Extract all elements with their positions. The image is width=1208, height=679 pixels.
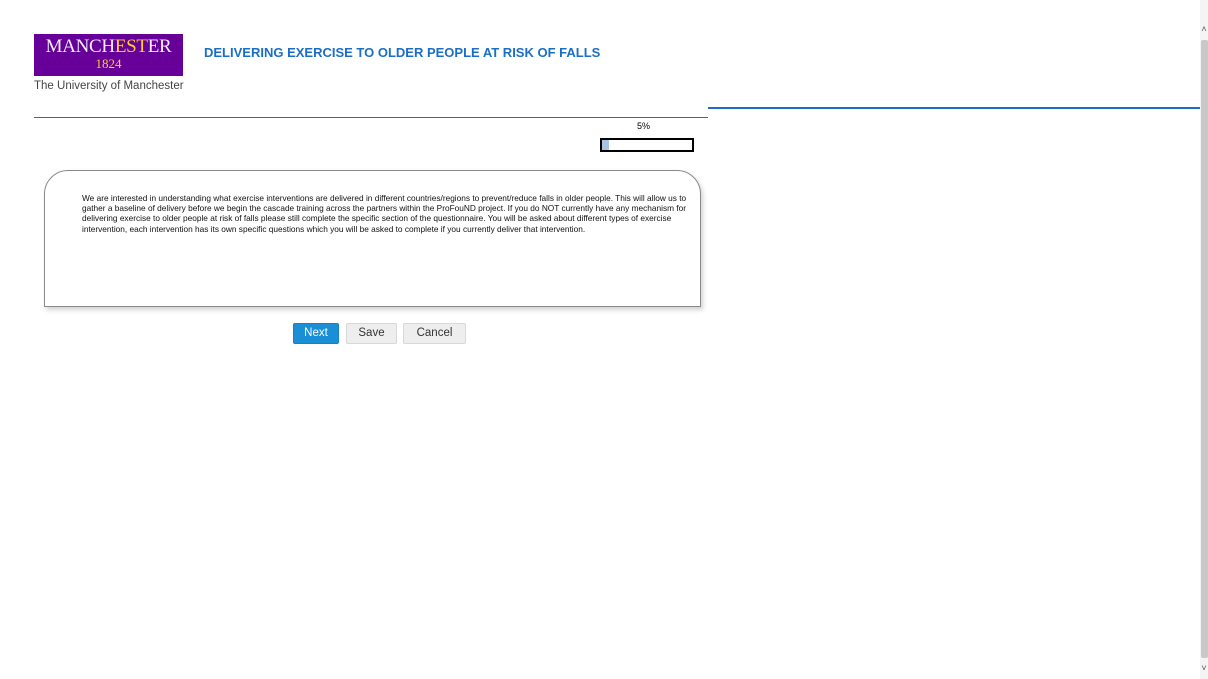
next-button[interactable]: Next — [293, 323, 339, 344]
save-button[interactable]: Save — [346, 323, 397, 344]
page-title: DELIVERING EXERCISE TO OLDER PEOPLE AT R… — [204, 45, 601, 60]
survey-page: MANCHESTER 1824 The University of Manche… — [0, 0, 1208, 679]
progress-bar — [600, 138, 694, 152]
progress-label: 5% — [637, 121, 651, 131]
cancel-button[interactable]: Cancel — [403, 323, 466, 344]
scroll-up-icon[interactable]: ˄ — [1200, 22, 1208, 36]
intro-text: We are interested in understanding what … — [82, 193, 687, 234]
progress-bar-fill — [602, 140, 610, 150]
intro-panel: We are interested in understanding what … — [44, 170, 701, 307]
university-name: The University of Manchester — [34, 80, 184, 92]
logo-year: 1824 — [95, 56, 122, 71]
vertical-scrollbar[interactable]: ˄ ˅ — [1200, 0, 1208, 679]
logo-wordmark: MANCHESTER — [45, 36, 172, 57]
scroll-down-icon[interactable]: ˅ — [1200, 661, 1208, 675]
header-divider — [708, 107, 1200, 109]
content-divider — [34, 117, 708, 118]
university-logo[interactable]: MANCHESTER 1824 — [34, 34, 183, 76]
scrollbar-thumb[interactable] — [1201, 40, 1208, 658]
